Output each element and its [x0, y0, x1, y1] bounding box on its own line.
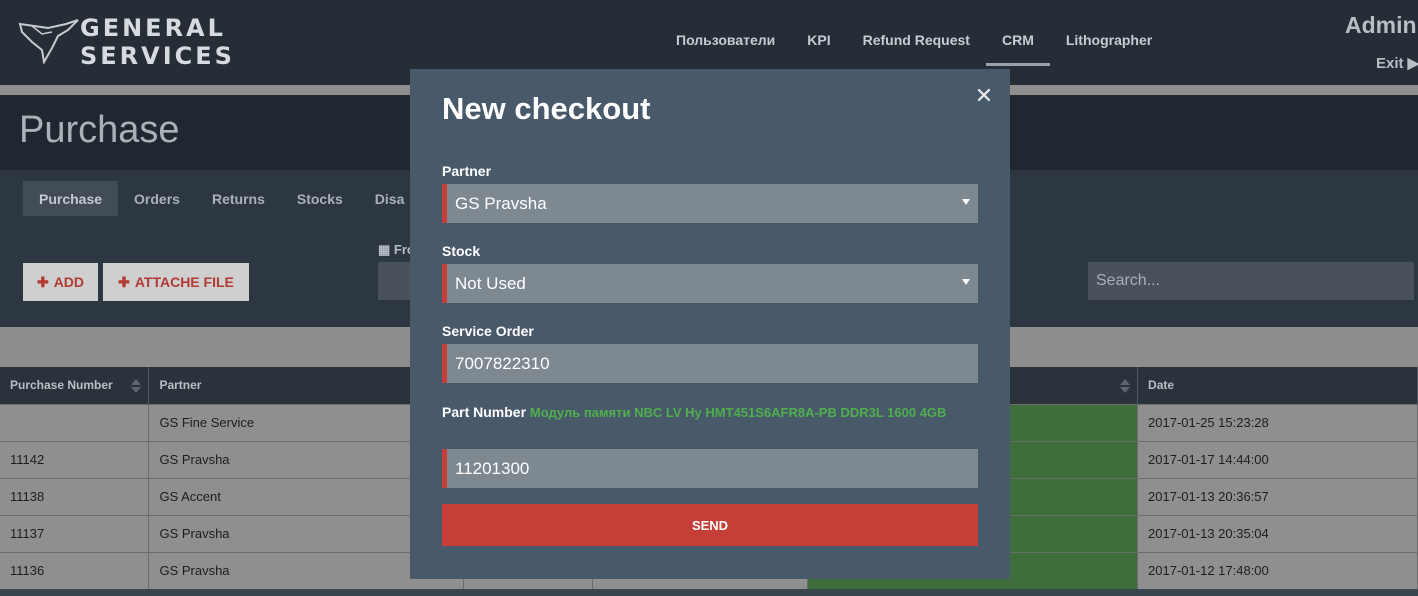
stock-select-value: Not Used — [455, 273, 526, 293]
cell-purchase-number: 11142 — [0, 440, 150, 478]
exit-link[interactable]: Exit ▶ — [1376, 54, 1418, 72]
attach-file-button[interactable]: ✚ ATTACHE FILE — [103, 263, 249, 301]
stock-select[interactable]: Not Used — [442, 264, 978, 303]
part-number-value: 11201300 — [455, 458, 530, 478]
search-input[interactable] — [1088, 262, 1414, 300]
cell-purchase-number — [0, 403, 150, 441]
close-icon[interactable]: ✕ — [974, 85, 994, 107]
tab-returns[interactable]: Returns — [196, 181, 281, 216]
cell-date: 2017-01-17 14:44:00 — [1137, 440, 1418, 478]
nav-item-lithographer[interactable]: Lithographer — [1050, 28, 1168, 60]
partner-label: Partner — [442, 163, 492, 179]
column-header-label: Purchase Number — [10, 378, 113, 393]
sort-icon[interactable] — [130, 378, 142, 394]
service-order-label: Service Order — [442, 323, 534, 339]
add-button[interactable]: ✚ ADD — [23, 263, 98, 301]
brand-name: GENERAL SERVICES — [80, 16, 235, 68]
nav-item-users[interactable]: Пользователи — [660, 28, 791, 60]
service-order-input[interactable]: 7007822310 — [442, 344, 978, 383]
part-number-description: Модуль памяти NBC LV Hy HMT451S6AFR8A-PB… — [529, 405, 947, 420]
partner-select[interactable]: GS Pravsha — [442, 184, 978, 223]
main-nav: Пользователи KPI Refund Request CRM Lith… — [660, 28, 1168, 66]
tab-orders[interactable]: Orders — [118, 181, 196, 216]
tab-stocks[interactable]: Stocks — [281, 181, 359, 216]
brand-line2: SERVICES — [80, 42, 235, 70]
cell-purchase-number: 11136 — [0, 551, 150, 589]
partner-select-value: GS Pravsha — [455, 193, 547, 213]
cell-date: 2017-01-13 20:35:04 — [1137, 514, 1418, 552]
tab-purchase[interactable]: Purchase — [23, 181, 119, 216]
page-title: Purchase — [19, 109, 180, 151]
brand-logo[interactable]: GENERAL SERVICES — [18, 16, 233, 68]
column-header-purchase-number[interactable]: Purchase Number — [0, 367, 150, 404]
sort-icon[interactable] — [1119, 378, 1131, 394]
part-number-label-block: Part Number Модуль памяти NBC LV Hy HMT4… — [442, 400, 982, 425]
section-tabs: Purchase Orders Returns Stocks Disa — [23, 181, 420, 216]
calendar-icon: ▦ — [378, 242, 391, 257]
part-number-label: Part Number — [442, 404, 527, 420]
modal-title: New checkout — [442, 91, 651, 126]
part-number-input[interactable]: 11201300 — [442, 449, 978, 488]
user-name[interactable]: Admin — [1345, 12, 1417, 39]
cell-purchase-number: 11138 — [0, 477, 150, 515]
nav-item-crm[interactable]: CRM — [985, 28, 1050, 66]
cell-date: 2017-01-12 17:48:00 — [1137, 551, 1418, 589]
service-order-value: 7007822310 — [455, 353, 550, 373]
attach-file-label: ATTACHE FILE — [134, 274, 234, 290]
stock-label: Stock — [442, 243, 481, 259]
new-checkout-modal: New checkout ✕ Partner GS Pravsha Stock … — [410, 69, 1010, 579]
hummingbird-icon — [18, 19, 79, 64]
plus-icon: ✚ — [118, 273, 130, 290]
plus-icon: ✚ — [36, 273, 49, 290]
nav-item-kpi[interactable]: KPI — [791, 28, 846, 60]
caret-down-icon — [962, 199, 970, 205]
cell-date: 2017-01-25 15:23:28 — [1137, 403, 1418, 441]
cell-purchase-number: 11137 — [0, 514, 150, 552]
caret-down-icon — [962, 279, 970, 285]
add-button-label: ADD — [53, 274, 85, 290]
brand-line1: GENERAL — [80, 14, 226, 42]
nav-item-refund-request[interactable]: Refund Request — [847, 28, 986, 60]
send-button[interactable]: SEND — [442, 504, 978, 546]
column-header-date[interactable]: Date — [1137, 367, 1418, 404]
cell-date: 2017-01-13 20:36:57 — [1137, 477, 1418, 515]
